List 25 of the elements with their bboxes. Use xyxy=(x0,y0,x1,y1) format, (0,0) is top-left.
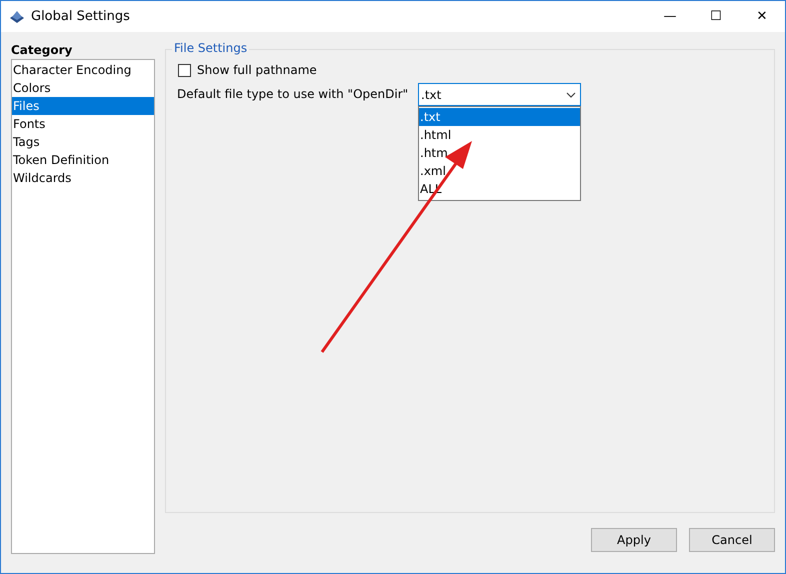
checkbox-label: Show full pathname xyxy=(197,63,317,77)
checkbox[interactable] xyxy=(178,64,191,76)
category-item[interactable]: Wildcards xyxy=(12,169,154,187)
category-label: Category xyxy=(11,42,74,59)
combo-label: Default file type to use with "OpenDir" xyxy=(177,86,410,103)
category-item[interactable]: Fonts xyxy=(12,115,154,133)
category-item[interactable]: Colors xyxy=(12,79,154,97)
category-item[interactable]: Token Definition xyxy=(12,151,154,169)
group-title: File Settings xyxy=(172,41,250,55)
dropdown-option[interactable]: .xml xyxy=(419,162,580,180)
maximize-button[interactable]: ☐ xyxy=(693,1,739,32)
file-type-dropdown[interactable]: .txt xyxy=(418,83,581,106)
category-item[interactable]: Tags xyxy=(12,133,154,151)
app-icon xyxy=(9,8,25,24)
dropdown-option[interactable]: .html xyxy=(419,126,580,144)
cancel-button[interactable]: Cancel xyxy=(689,528,775,552)
category-item[interactable]: Files xyxy=(12,97,154,115)
window-title: Global Settings xyxy=(31,9,130,24)
apply-button[interactable]: Apply xyxy=(591,528,677,552)
category-item[interactable]: Character Encoding xyxy=(12,61,154,79)
chevron-down-icon xyxy=(566,92,576,98)
dropdown-option[interactable]: .txt xyxy=(419,108,580,126)
minimize-button[interactable]: — xyxy=(647,1,693,32)
close-button[interactable]: ✕ xyxy=(739,1,785,32)
dropdown-option[interactable]: .htm xyxy=(419,144,580,162)
